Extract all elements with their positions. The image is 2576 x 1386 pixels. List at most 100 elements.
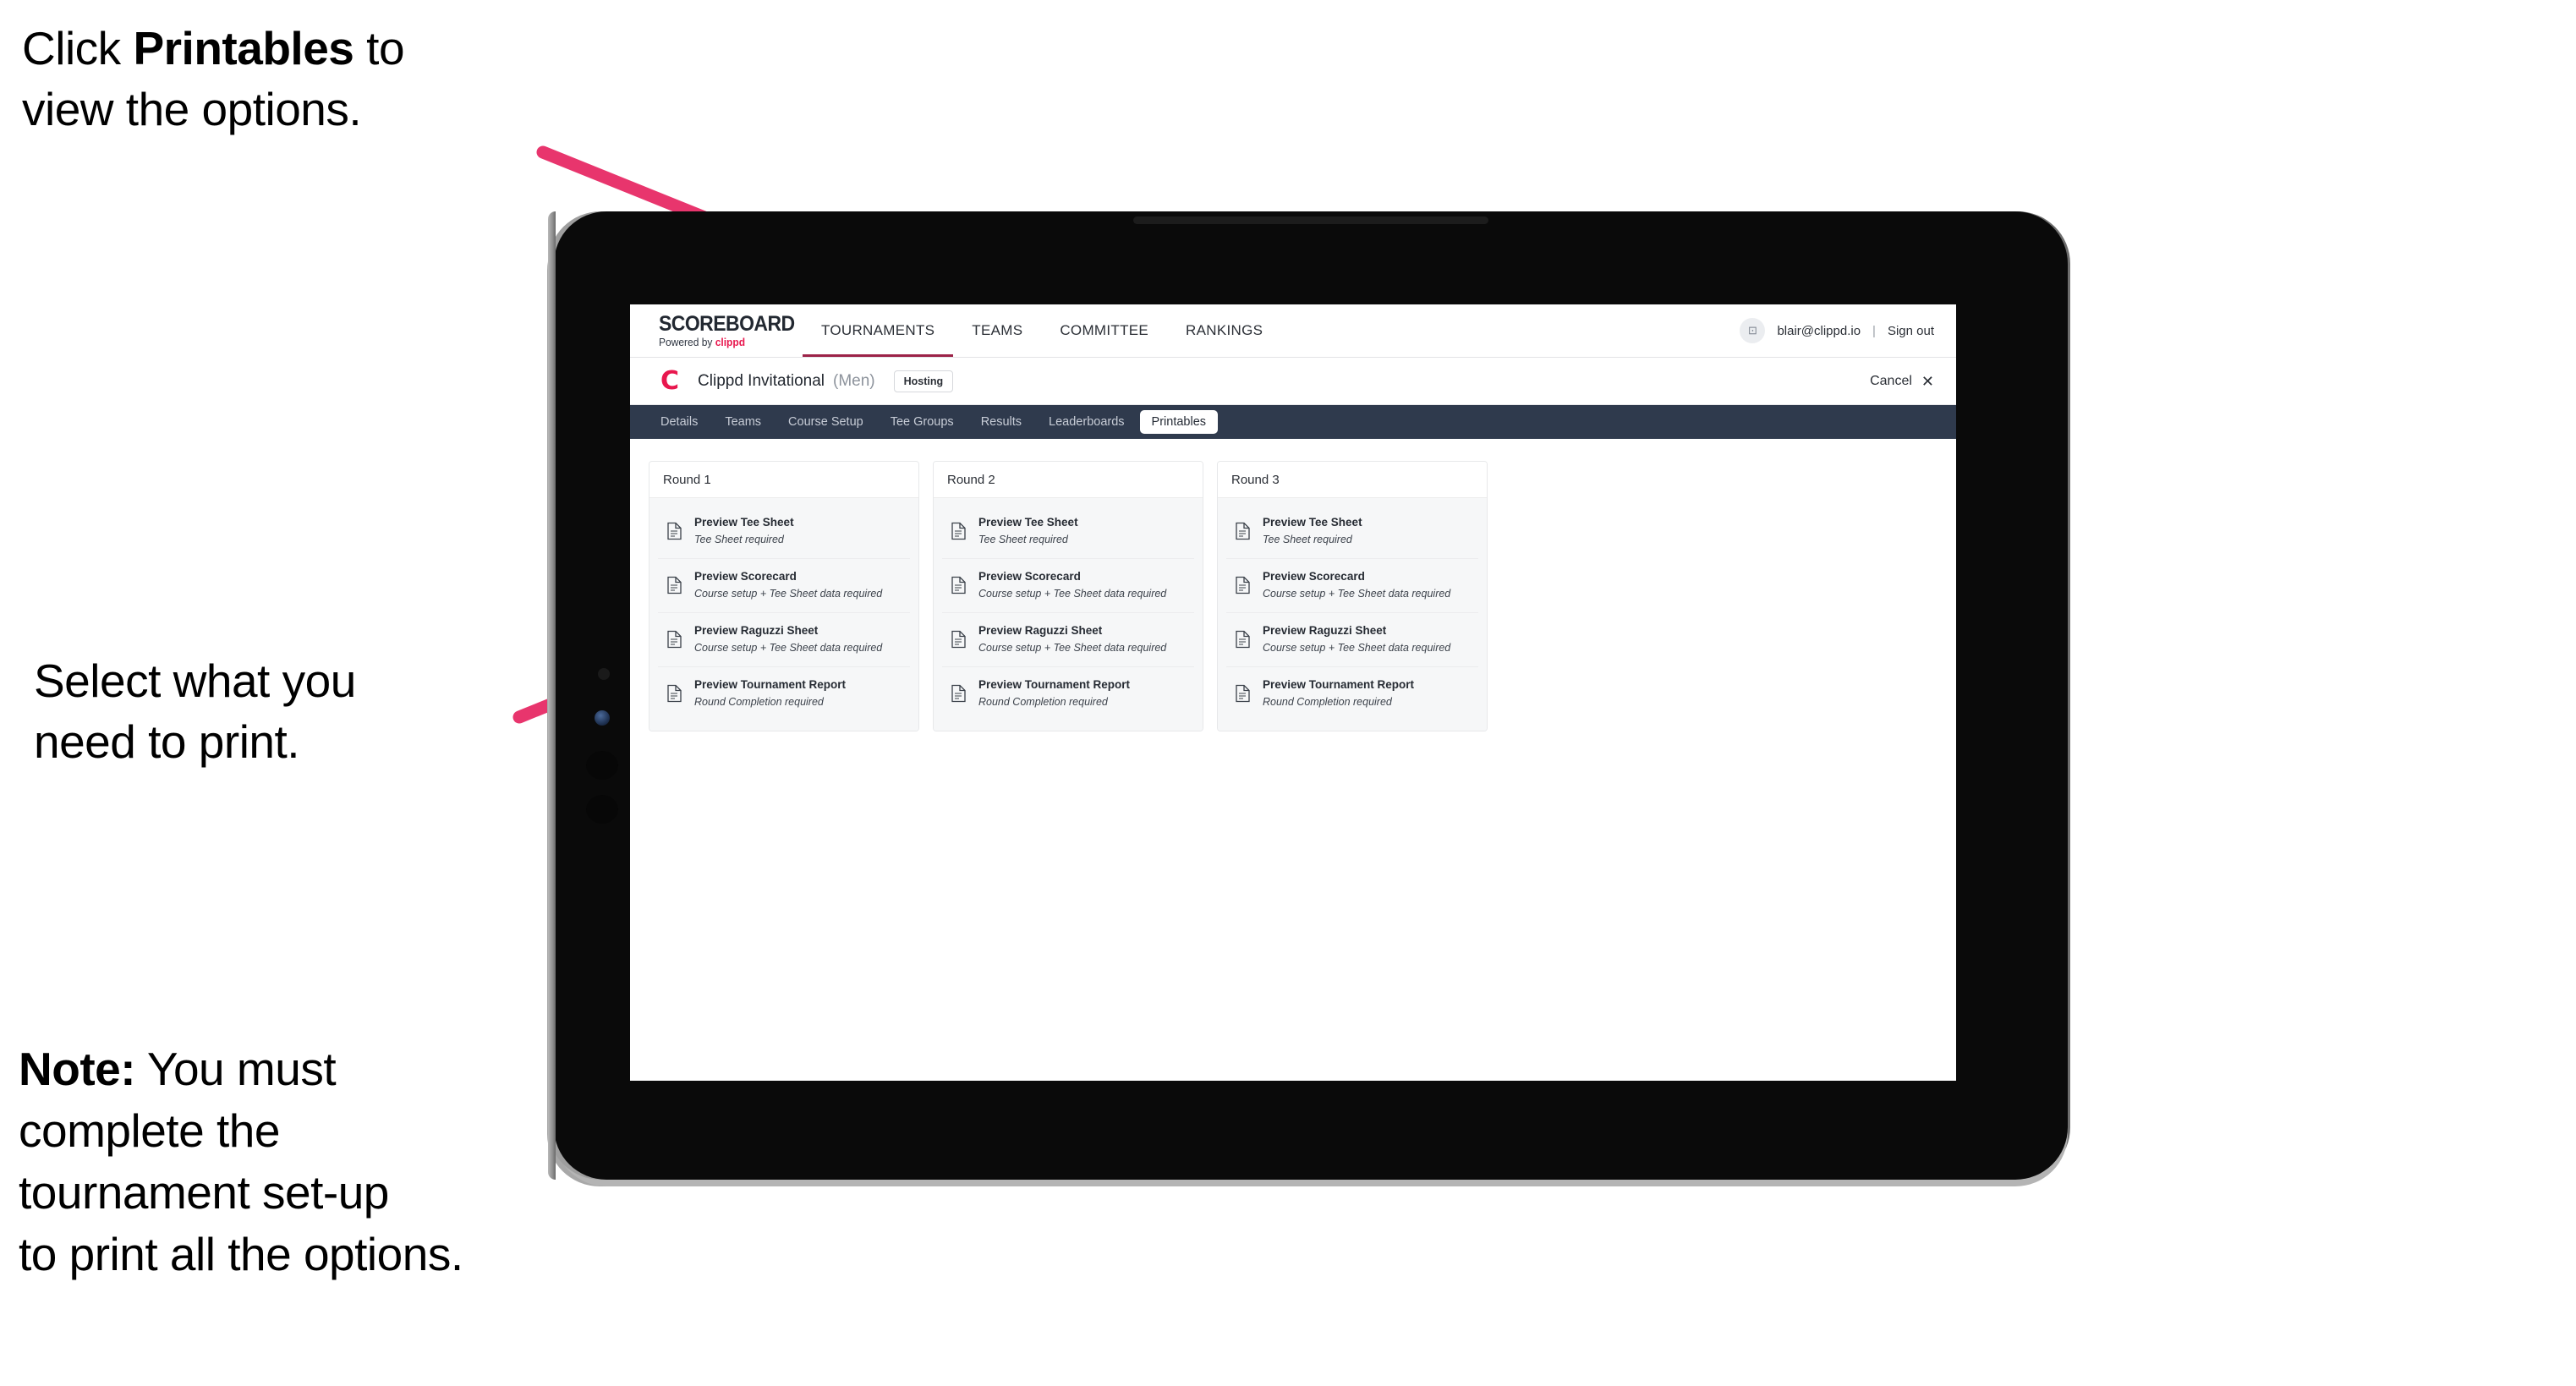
printable-subtitle: Tee Sheet required [978,534,1068,546]
printable-texts: Preview Raguzzi Sheet Course setup + Tee… [1263,622,1450,657]
tab-course-setup[interactable]: Course Setup [776,410,875,434]
printable-subtitle: Course setup + Tee Sheet data required [1263,588,1451,600]
printable-subtitle: Course setup + Tee Sheet data required [1263,642,1451,655]
clippd-c-logo-icon: C [660,365,680,396]
powered-by-prefix: Powered by [659,336,715,348]
document-icon [1235,684,1251,703]
printable-title: Preview Tournament Report [978,677,1131,691]
printable-row-tee-sheet[interactable]: Preview Tee Sheet Tee Sheet required [942,505,1194,559]
printable-subtitle: Tee Sheet required [1263,534,1352,546]
nav-item-tournaments[interactable]: TOURNAMENTS [803,304,954,357]
cancel-label: Cancel [1870,373,1912,388]
brand-name-text: SCOREBOARD [659,311,795,336]
cancel-button[interactable]: Cancel ✕ [1870,374,1934,389]
printable-subtitle: Course setup + Tee Sheet data required [694,588,883,600]
printable-texts: Preview Scorecard Course setup + Tee She… [978,568,1166,603]
printable-row-raguzzi-sheet[interactable]: Preview Raguzzi Sheet Course setup + Tee… [942,613,1194,667]
printable-subtitle: Course setup + Tee Sheet data required [694,642,883,655]
printable-texts: Preview Tournament Report Round Completi… [1263,677,1414,711]
printable-subtitle: Round Completion required [978,696,1108,709]
tournament-header: C Clippd Invitational (Men) Hosting Canc… [630,358,1956,405]
annotation-step-3: Note: You must complete the tournament s… [19,1038,463,1286]
printable-subtitle: Round Completion required [694,696,824,709]
document-icon [1235,522,1251,540]
printable-title: Preview Raguzzi Sheet [1263,623,1387,637]
round-card: Round 2 Preview Tee Sheet Tee Sheet requ… [933,461,1203,731]
printable-row-scorecard[interactable]: Preview Scorecard Course setup + Tee She… [1226,559,1478,613]
sign-out-link[interactable]: Sign out [1888,324,1934,338]
tab-details[interactable]: Details [649,410,710,434]
close-icon: ✕ [1921,372,1934,390]
printable-title: Preview Tournament Report [694,677,847,691]
app-screen: SCOREBOARD Powered by clippd TOURNAMENTS… [630,304,1956,1081]
annotation-note-label: Note: [19,1043,136,1095]
printable-row-tournament-report[interactable]: Preview Tournament Report Round Completi… [942,667,1194,720]
printable-row-tournament-report[interactable]: Preview Tournament Report Round Completi… [1226,667,1478,720]
printable-row-tee-sheet[interactable]: Preview Tee Sheet Tee Sheet required [658,505,910,559]
scoreboard-logo[interactable]: SCOREBOARD Powered by clippd [659,311,795,348]
printable-row-raguzzi-sheet[interactable]: Preview Raguzzi Sheet Course setup + Tee… [1226,613,1478,667]
printable-texts: Preview Scorecard Course setup + Tee She… [694,568,882,603]
document-icon [1235,576,1251,594]
printable-texts: Preview Raguzzi Sheet Course setup + Tee… [978,622,1166,657]
printable-row-scorecard[interactable]: Preview Scorecard Course setup + Tee She… [658,559,910,613]
printable-row-raguzzi-sheet[interactable]: Preview Raguzzi Sheet Course setup + Tee… [658,613,910,667]
tablet-volume-down-button[interactable] [586,795,618,824]
app-header: SCOREBOARD Powered by clippd TOURNAMENTS… [630,304,1956,358]
tab-tee-groups[interactable]: Tee Groups [879,410,966,434]
printable-row-tee-sheet[interactable]: Preview Tee Sheet Tee Sheet required [1226,505,1478,559]
printable-row-scorecard[interactable]: Preview Scorecard Course setup + Tee She… [942,559,1194,613]
annotation-step-2: Select what you need to print. [34,655,356,768]
avatar[interactable]: ⊡ [1740,318,1766,343]
brand-powered-by: Powered by clippd [659,337,779,348]
round-card: Round 1 Preview Tee Sheet Tee Sheet requ… [649,461,919,731]
round-items-list: Preview Tee Sheet Tee Sheet required Pre… [649,498,918,731]
tablet-volume-up-button[interactable] [586,751,618,780]
document-icon [951,630,967,649]
printable-subtitle: Tee Sheet required [694,534,784,546]
printable-texts: Preview Raguzzi Sheet Course setup + Tee… [694,622,882,657]
round-title: Round 1 [649,462,918,498]
printable-title: Preview Tee Sheet [694,516,794,529]
printable-title: Preview Raguzzi Sheet [978,623,1103,637]
document-icon [666,630,682,649]
document-icon [951,576,967,594]
printable-title: Preview Tee Sheet [978,516,1078,529]
nav-item-committee[interactable]: COMMITTEE [1041,304,1167,357]
printable-texts: Preview Tee Sheet Tee Sheet required [978,514,1078,549]
document-icon [1235,630,1251,649]
account-email: blair@clippd.io [1777,323,1861,338]
tab-leaderboards[interactable]: Leaderboards [1037,410,1137,434]
nav-item-rankings[interactable]: RANKINGS [1167,304,1281,357]
printable-title: Preview Raguzzi Sheet [694,623,819,637]
tournament-title: Clippd Invitational [698,371,825,390]
tab-teams[interactable]: Teams [713,410,773,434]
primary-nav: TOURNAMENTS TEAMS COMMITTEE RANKINGS [803,304,1281,357]
account-area: ⊡ blair@clippd.io | Sign out [1740,318,1934,343]
tab-printables[interactable]: Printables [1139,410,1219,434]
printable-title: Preview Scorecard [694,569,797,583]
nav-item-teams[interactable]: TEAMS [953,304,1041,357]
tablet-top-speaker [1133,216,1488,224]
page-root: Click Printables to view the options. Se… [0,0,2576,1386]
tab-results[interactable]: Results [969,410,1033,434]
printable-title: Preview Tournament Report [1263,677,1415,691]
printable-subtitle: Course setup + Tee Sheet data required [978,642,1167,655]
printable-row-tournament-report[interactable]: Preview Tournament Report Round Completi… [658,667,910,720]
document-icon [666,576,682,594]
tablet-indicator-led-icon [595,710,610,726]
document-icon [951,522,967,540]
status-badge: Hosting [893,370,954,392]
round-title: Round 3 [1218,462,1487,498]
document-icon [951,684,967,703]
tablet-device-frame: SCOREBOARD Powered by clippd TOURNAMENTS… [548,211,2068,1180]
printable-subtitle: Course setup + Tee Sheet data required [978,588,1167,600]
printable-title: Preview Scorecard [1263,569,1365,583]
printable-subtitle: Round Completion required [1263,696,1392,709]
printable-texts: Preview Tee Sheet Tee Sheet required [694,514,794,549]
annotation-step-1: Click Printables to view the options. [22,19,405,140]
printables-panel: Round 1 Preview Tee Sheet Tee Sheet requ… [630,439,1956,753]
round-items-list: Preview Tee Sheet Tee Sheet required Pre… [1218,498,1487,731]
document-icon [666,522,682,540]
printable-texts: Preview Tee Sheet Tee Sheet required [1263,514,1362,549]
